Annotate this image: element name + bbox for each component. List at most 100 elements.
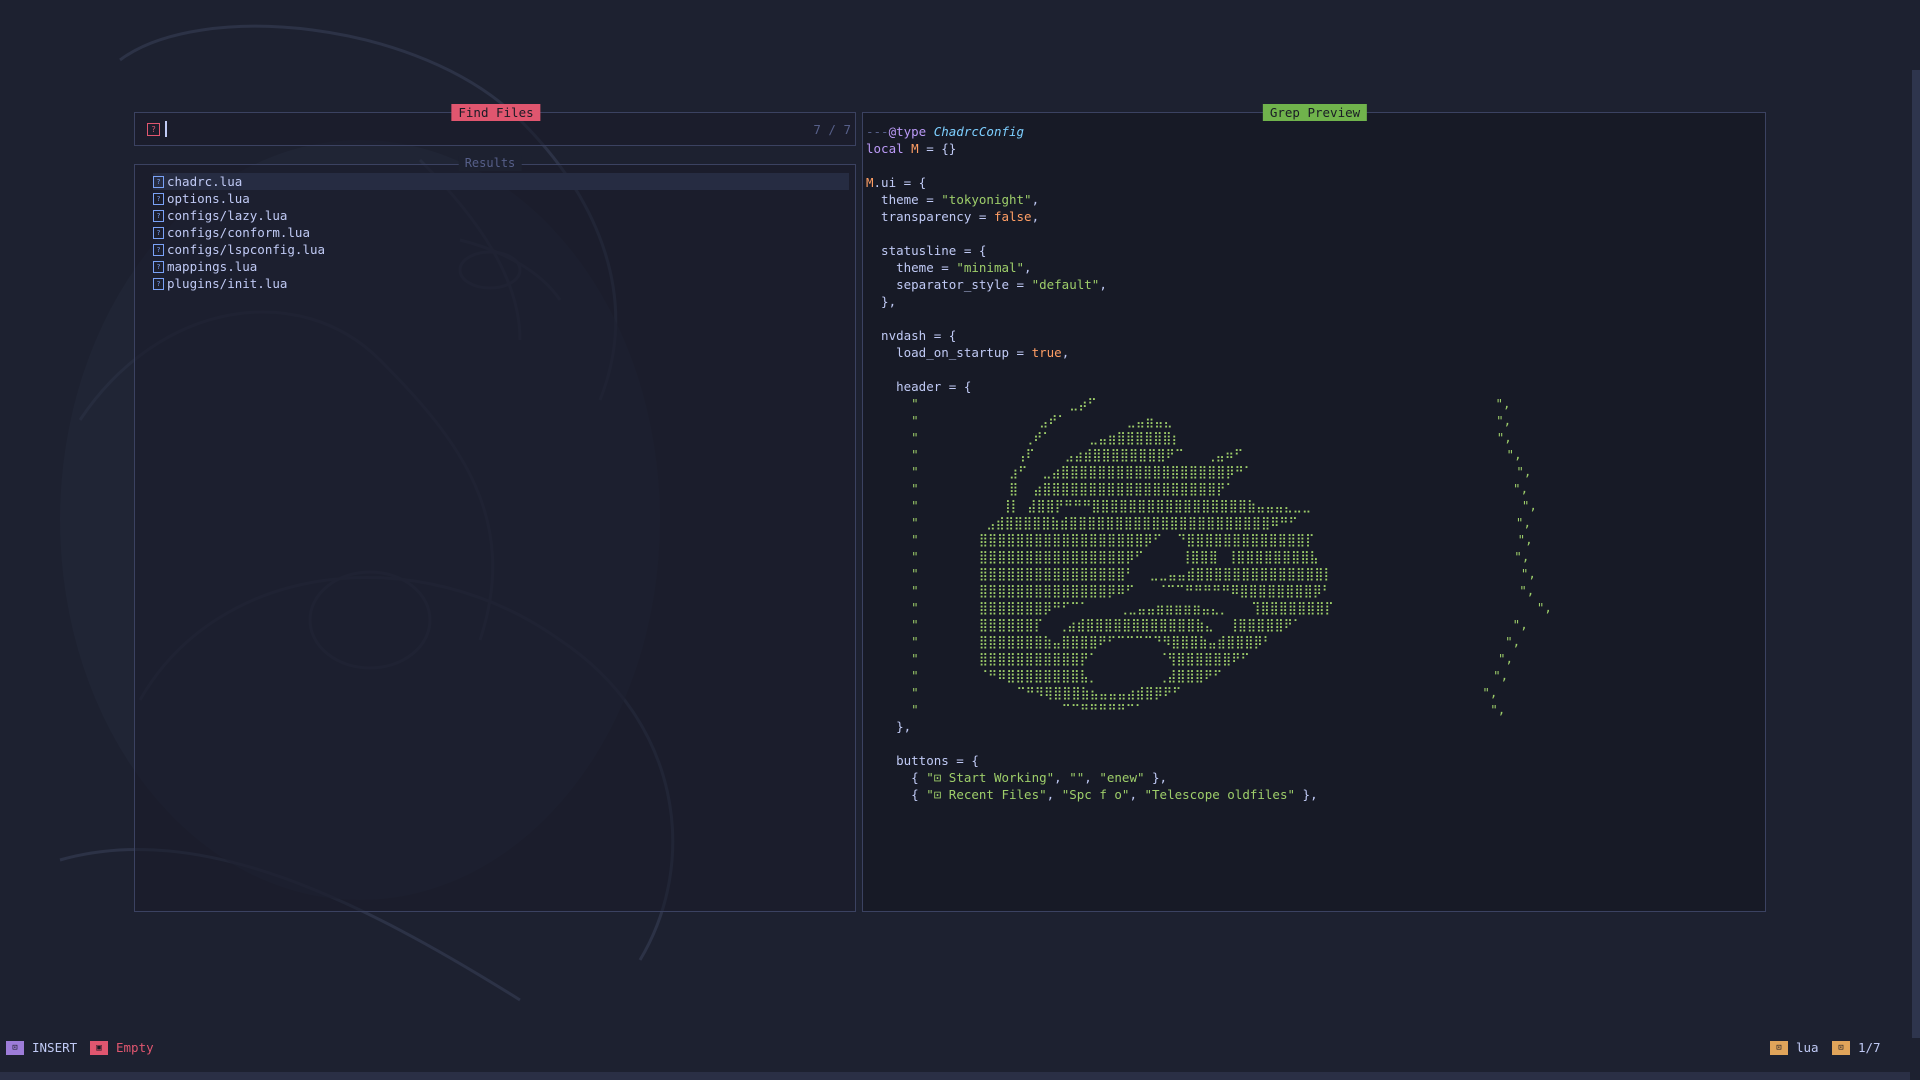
code-line: theme = "tokyonight", xyxy=(866,191,1765,208)
code-token: , xyxy=(1129,787,1145,802)
code-token: }, xyxy=(866,294,897,309)
code-line: " ⠈⠛⠿⣿⣿⣿⣿⣿⣿⣿⣿⣧⡀ ⢀⣼⣿⣿⣿⠟⠋ ", xyxy=(866,667,1765,684)
result-label: configs/conform.lua xyxy=(167,225,310,240)
result-item[interactable]: ? mappings.lua xyxy=(153,258,849,275)
code-token: " ⢀⠞⠁ ⣀⣤⣶⣿⣿⣿⣿⣿⣿⡆ ", xyxy=(866,430,1512,445)
search-icon: ? xyxy=(147,123,160,136)
code-token: , xyxy=(1046,787,1062,802)
code-token: , xyxy=(1031,209,1040,224)
code-token: "tokyonight" xyxy=(941,192,1032,207)
result-label: options.lua xyxy=(167,191,250,206)
code-token: " ⠈⠛⠿⣿⣿⣿⣿⣿⣿⣿⣿⣧⡀ ⢀⣼⣿⣿⣿⠟⠋ ", xyxy=(866,668,1509,683)
results-panel: Results ? chadrc.lua? options.lua? configs/… xyxy=(134,156,856,912)
code-line: }, xyxy=(866,718,1765,735)
code-token: " ⣀⡴⠋ ", xyxy=(866,396,1511,411)
code-token: , xyxy=(1054,770,1070,785)
code-token: " ⣿⣿⣿⣿⣿⣿⣿⣿⣿⣿⣿⣿⣿⣿⡿⠿⠋ ⠈⠉⠉⠛⠛⠛⠛⠛⠿⣿⣿⣿⣿⣿⣿⣿⣿⡿⠃ … xyxy=(866,583,1535,598)
code-line: separator_style = "default", xyxy=(866,276,1765,293)
code-token: separator_style = xyxy=(866,277,1032,292)
code-line: " ⣠⠞⠁ ⣀⣤⣶⣤⣄ ", xyxy=(866,412,1765,429)
result-item[interactable]: ? configs/conform.lua xyxy=(153,224,849,241)
code-token: " ⣿⣿⣿⣿⣿⣿⡏ ⢀⣴⣾⣿⣿⣿⣿⣿⣿⣿⣿⣿⣿⣿⣿⣷⣄ ⢸⣿⣿⣿⣿⣿⠟⠁ ", xyxy=(866,617,1528,632)
mode-icon: ⊡ xyxy=(6,1041,24,1055)
statusline: ⊡ INSERT ▣ Empty ⊡ lua ⊡ 1/7 xyxy=(0,1038,1920,1058)
file-icon: ? xyxy=(153,192,164,205)
code-line: nvdash = { xyxy=(866,327,1765,344)
code-token: local xyxy=(866,141,912,156)
code-line: header = { xyxy=(866,378,1765,395)
code-token: , xyxy=(1084,770,1100,785)
code-token: theme = xyxy=(866,192,942,207)
result-label: configs/lspconfig.lua xyxy=(167,242,326,257)
code-line: load_on_startup = true, xyxy=(866,344,1765,361)
code-line: { "⊡ Start Working", "", "enew" }, xyxy=(866,769,1765,786)
result-item[interactable]: ? configs/lspconfig.lua xyxy=(153,241,849,258)
horizontal-scrollbar[interactable] xyxy=(0,1072,1910,1080)
code-line: { "⊡ Recent Files", "Spc f o", "Telescop… xyxy=(866,786,1765,803)
result-item[interactable]: ? plugins/init.lua xyxy=(153,275,849,292)
code-line: theme = "minimal", xyxy=(866,259,1765,276)
text-cursor[interactable] xyxy=(165,121,167,137)
code-token: { xyxy=(866,787,927,802)
result-item[interactable]: ? configs/lazy.lua xyxy=(153,207,849,224)
code-token: }, xyxy=(1144,770,1168,785)
code-token: " ⣿⣿⣿⣿⣿⣿⣿⣿⣿⣿⣿⣿⣿⣿⣿⣿⣿⣿⡿⠋ ⠙⣿⣿⣿⣿⣿⣿⣿⣿⣿⣿⣿⣿⣿⡏ "… xyxy=(866,532,1533,547)
code-token: " ⣰⠋ ⣀⣴⣿⣿⣿⣿⣿⣿⣿⣿⣿⣿⣿⣿⣿⣿⣿⣿⣿⣿⡿⠛⠁ ", xyxy=(866,464,1532,479)
code-line: " ⣿⣿⣿⣿⣿⣿⣿⣿⣿⣿⣿⡟⠁ ⠈⢻⣿⣿⣿⣿⣿⣿⠟⠋ ", xyxy=(866,650,1765,667)
code-token: "enew" xyxy=(1099,770,1145,785)
results-title: Results xyxy=(458,156,522,171)
code-line: " ⣿⣿⣿⣿⣿⣿⣿⣿⣿⣿⣿⣿⣿⣿⣿⣿⠃ ⣀⣀⣤⣤⣾⣿⣿⣿⣿⣿⣿⣿⣿⣿⣿⣿⣿⣿⣿⡇… xyxy=(866,565,1765,582)
code-token: { xyxy=(866,770,927,785)
code-line: ---@type ChadrcConfig xyxy=(866,123,1765,140)
code-line: " ⠉⠛⠻⢿⣿⣿⣿⣷⣦⣤⣤⣤⣴⣾⣿⡿⠟⠋ ", xyxy=(866,684,1765,701)
mode-label: INSERT xyxy=(32,1040,78,1055)
code-token: " ⠉⠉⠛⠛⠛⠛⠛⠉⠁ ", xyxy=(866,702,1506,717)
code-preview: ---@type ChadrcConfig local M = {} M.ui =… xyxy=(866,123,1765,803)
result-label: configs/lazy.lua xyxy=(167,208,288,223)
code-token: "⊡ Start Working" xyxy=(926,770,1055,785)
code-token: }, xyxy=(866,719,912,734)
code-token: " ⢠⠏ ⣠⣴⣾⣿⣿⣿⣿⣿⣿⣿⣿⠟⠉ ⢀⣤⠶⠋ ", xyxy=(866,447,1522,462)
code-token: --- xyxy=(866,124,889,139)
buffer-icon: ▣ xyxy=(90,1041,108,1055)
code-token: " ⣿⣿⣿⣿⣿⣿⣿⣿⣿⣿⣿⡟⠁ ⠈⢻⣿⣿⣿⣿⣿⣿⠟⠋ ", xyxy=(866,651,1514,666)
code-token: = {} xyxy=(918,141,957,156)
code-line: " ⣀⡴⠋ ", xyxy=(866,395,1765,412)
code-token: true xyxy=(1031,345,1062,360)
result-item[interactable]: ? options.lua xyxy=(153,190,849,207)
prompt-title: Find Files xyxy=(451,104,541,121)
code-token: " ⣿⣿⣿⣿⣿⣿⣿⣿⣿⣿⣿⣿⣿⣿⣿⣿⠃ ⣀⣀⣤⣤⣾⣿⣿⣿⣿⣿⣿⣿⣿⣿⣿⣿⣿⣿⣿⡇… xyxy=(866,566,1536,581)
code-token: ChadrcConfig xyxy=(933,124,1025,139)
code-token: }, xyxy=(1295,787,1318,802)
code-line: " ⣿⣿⣿⣿⣿⣿⣿⡿⠛⠋⠉⠁ ⢀⣀⣤⣤⣶⣶⣶⣶⣶⣤⣄⡀ ⢹⣿⣿⣿⣿⣿⣿⣿⡏ ", xyxy=(866,599,1765,616)
code-token: nvdash = { xyxy=(866,328,957,343)
code-token: , xyxy=(1024,260,1032,275)
result-item[interactable]: ? chadrc.lua xyxy=(153,173,849,190)
position-icon: ⊡ xyxy=(1832,1041,1850,1055)
code-token: theme = xyxy=(866,260,957,275)
result-label: chadrc.lua xyxy=(167,174,243,189)
code-line: " ⣿⣿⣿⣿⣿⣿⣿⣿⣿⣿⣿⣿⣿⣿⡿⠿⠋ ⠈⠉⠉⠛⠛⠛⠛⠛⠿⣿⣿⣿⣿⣿⣿⣿⣿⡿⠃ … xyxy=(866,582,1765,599)
result-label: mappings.lua xyxy=(167,259,258,274)
vertical-scrollbar[interactable] xyxy=(1912,70,1920,1038)
code-token: " ⣿⣿⣿⣿⣿⣿⣿⡿⠛⠋⠉⠁ ⢀⣀⣤⣤⣶⣶⣶⣶⣶⣤⣄⡀ ⢹⣿⣿⣿⣿⣿⣿⣿⡏ ", xyxy=(866,600,1552,615)
code-token: , xyxy=(1099,277,1107,292)
code-token: "minimal" xyxy=(956,260,1025,275)
code-token: statusline = { xyxy=(866,243,987,258)
code-token: " ⣠⣾⣿⣿⣿⣿⣿⣷⣾⣿⣿⣿⣿⣿⣿⣿⣿⣿⣿⣿⣿⣿⣿⣿⣿⣿⣿⣿⣿⣿⣿⠿⠛⠋ ", xyxy=(866,515,1531,530)
code-line: }, xyxy=(866,293,1765,310)
code-line: statusline = { xyxy=(866,242,1765,259)
code-line: " ⣠⣾⣿⣿⣿⣿⣿⣷⣾⣿⣿⣿⣿⣿⣿⣿⣿⣿⣿⣿⣿⣿⣿⣿⣿⣿⣿⣿⣿⣿⣿⠿⠛⠋ ", xyxy=(866,514,1765,531)
code-token: false xyxy=(993,209,1032,224)
code-line: " ⢸⡇ ⣼⣿⣿⡟⠛⠛⠛⣿⣿⣿⣿⣿⣿⣿⣿⣿⣿⣿⣿⣿⣿⣿⣿⣿⣷⣤⣤⣤⣄⣀⣀ ", xyxy=(866,497,1765,514)
buffer-label: Empty xyxy=(116,1040,154,1055)
code-token: , xyxy=(1031,192,1040,207)
code-token: "Telescope oldfiles" xyxy=(1144,787,1296,802)
find-files-prompt[interactable]: Find Files ? 7 / 7 xyxy=(134,104,856,146)
code-token: " ⠉⠛⠻⢿⣿⣿⣿⣷⣦⣤⣤⣤⣴⣾⣿⡿⠟⠋ ", xyxy=(866,685,1498,700)
code-line: M.ui = { xyxy=(866,174,1765,191)
code-token: .ui = { xyxy=(873,175,927,190)
